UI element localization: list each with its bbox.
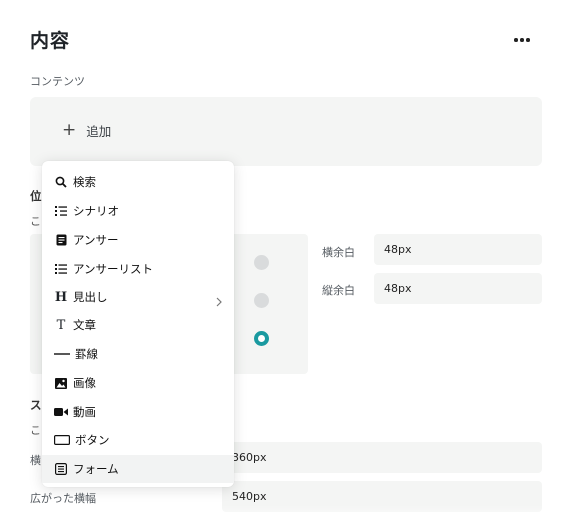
width-input[interactable]: 360px: [222, 442, 542, 473]
wide-width-label: 広がった横幅: [30, 492, 96, 505]
menu-item-label: 見出し: [73, 290, 108, 304]
menu-item-label: ボタン: [75, 433, 110, 447]
menu-item-video[interactable]: 動画: [42, 398, 234, 426]
menu-item-scenario[interactable]: シナリオ: [42, 197, 234, 225]
menu-item-label: アンサー: [73, 233, 119, 247]
menu-item-text[interactable]: T 文章: [42, 311, 234, 339]
menu-item-label: 動画: [73, 405, 96, 419]
add-content-button[interactable]: + 追加: [62, 121, 111, 140]
video-icon: [54, 405, 68, 419]
menu-item-button[interactable]: ボタン: [42, 426, 234, 454]
bullet-list-icon: [54, 262, 68, 276]
chevron-right-icon: [216, 292, 222, 311]
padding-y-input[interactable]: 48px: [374, 273, 542, 304]
menu-item-answer[interactable]: アンサー: [42, 226, 234, 254]
page-title: 内容: [30, 30, 71, 52]
menu-item-divider[interactable]: 罫線: [42, 340, 234, 368]
padding-y-label: 縦余白: [322, 284, 355, 297]
button-icon: [54, 433, 70, 447]
plus-icon: +: [62, 120, 77, 140]
size-section-label: ス: [30, 398, 42, 412]
answer-doc-icon: [54, 233, 68, 247]
padding-x-label: 横余白: [322, 246, 355, 259]
width-label: 横: [30, 454, 41, 467]
add-label: 追加: [86, 124, 112, 139]
more-options-button[interactable]: [508, 28, 536, 52]
position-radio-middle[interactable]: [254, 293, 269, 308]
menu-item-search[interactable]: 検索: [42, 168, 234, 196]
menu-item-label: アンサーリスト: [73, 262, 154, 276]
add-content-menu: 検索 シナリオ アンサー アンサーリスト H 見出し T 文章 罫線 画像 動画…: [42, 161, 234, 487]
position-section-label: 位: [30, 189, 42, 203]
menu-item-answer-list[interactable]: アンサーリスト: [42, 255, 234, 283]
position-radio-top[interactable]: [254, 255, 269, 270]
bottom-fade: [0, 505, 575, 525]
size-description: こ: [30, 424, 41, 437]
position-radio-bottom[interactable]: [254, 331, 269, 346]
position-description: こ: [30, 215, 41, 228]
divider-line-icon: [54, 347, 70, 361]
menu-item-label: 画像: [73, 376, 96, 390]
padding-x-input[interactable]: 48px: [374, 234, 542, 265]
contents-add-area: + 追加: [30, 97, 542, 166]
menu-item-label: シナリオ: [73, 204, 119, 218]
menu-item-label: 検索: [73, 175, 96, 189]
more-horizontal-icon: [514, 38, 530, 42]
menu-item-form[interactable]: フォーム: [42, 455, 234, 483]
image-icon: [54, 376, 68, 390]
menu-item-image[interactable]: 画像: [42, 369, 234, 397]
heading-icon: H: [54, 289, 68, 305]
menu-item-label: 罫線: [75, 347, 98, 361]
scenario-list-icon: [54, 204, 68, 218]
contents-section-label: コンテンツ: [30, 75, 85, 88]
text-icon: T: [56, 317, 66, 333]
form-icon: [54, 462, 68, 476]
search-icon: [54, 175, 68, 189]
menu-item-label: フォーム: [73, 462, 119, 476]
menu-item-heading[interactable]: H 見出し: [42, 283, 234, 311]
menu-item-label: 文章: [73, 318, 96, 332]
